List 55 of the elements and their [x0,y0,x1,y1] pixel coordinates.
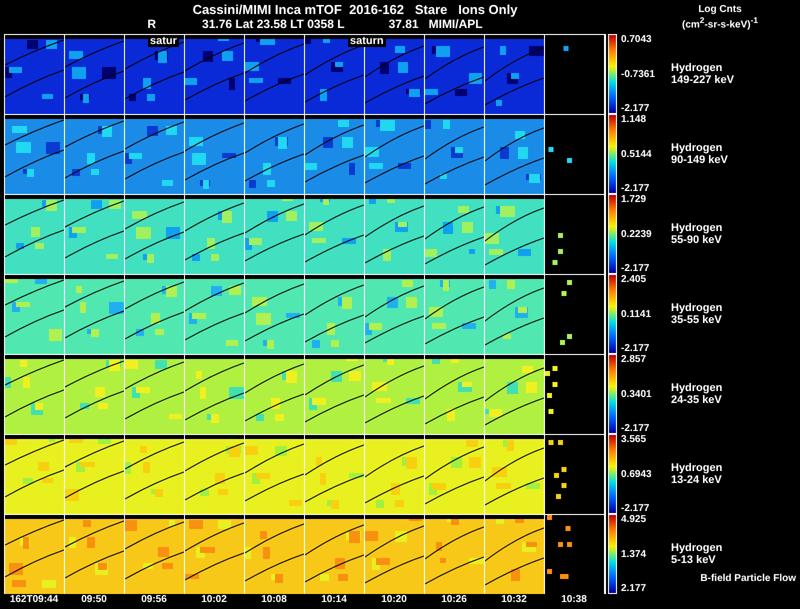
time-label: 10:14 [320,594,348,605]
legend-note: B-field Particle Flow [700,573,796,584]
scale-max: 2.405 [621,274,648,285]
scale-max: 0.7043 [621,34,653,45]
time-label: 10:26 [440,594,468,605]
time-label: 162T09:44 [8,594,60,605]
units-label: Log Cnts [698,4,742,15]
species-label: Hydrogen [671,222,724,234]
time-label: 10:32 [500,594,528,605]
scale-mid: 0.2239 [621,228,653,240]
species-label: Hydrogen [671,382,724,394]
scale-min: -2.177 [621,103,650,114]
energy-range: 35-55 keV [671,314,723,326]
energy-range: 149-227 keV [671,74,735,86]
energy-range: 55-90 keV [671,234,723,246]
planet-label: satur [148,35,179,47]
time-label: 10:38 [560,594,588,605]
species-label: Hydrogen [671,462,724,474]
scale-min: -2.177 [621,423,650,434]
time-label: 10:02 [200,594,228,605]
scale-mid: 0.6943 [621,468,653,480]
time-label: 09:56 [140,594,168,605]
species-label: Hydrogen [671,142,724,154]
scale-min: -2.177 [621,503,650,514]
energy-range: 13-24 keV [671,474,723,486]
species-label: Hydrogen [671,62,724,74]
scale-max: 1.729 [621,194,648,205]
scale-max: 2.857 [621,354,648,365]
scale-mid: 0.1141 [621,308,652,320]
scale-mid: -0.7361 [621,68,656,80]
scale-mid: 0.3401 [621,388,653,400]
energy-range: 90-149 keV [671,154,729,166]
plot-title: Cassini/MIMI Inca mTOF 2016-162 Stare Ions Only [192,2,518,17]
scale-max: 3.565 [621,434,648,445]
time-label: 10:08 [260,594,288,605]
scale-min: -2.177 [621,263,650,274]
scale-min: -2.177 [621,343,650,354]
orbit-info: MIMI/APL [428,17,483,31]
species-label: Hydrogen [671,542,724,554]
scale-min: -2.177 [621,183,650,194]
energy-range: 5-13 keV [671,554,717,566]
units-formula: (cm$^{2}$-sr-s-keV)$^{-1}$ [682,15,758,30]
species-label: Hydrogen [671,302,724,314]
planet-label: saturn [348,35,386,47]
scale-max: 1.148 [621,114,648,125]
time-label: 10:20 [380,594,408,605]
scale-mid: 1.374 [621,548,648,560]
energy-range: 24-35 keV [671,394,723,406]
orbit-info: 37.81 [388,17,419,31]
orbit-info: 31.76 Lat 23.58 LT 0358 L [202,17,345,31]
scale-max: 4.925 [621,514,648,525]
time-label: 09:50 [80,594,108,605]
scale-mid: 0.5144 [621,148,653,160]
scale-min: 2.177 [621,583,648,594]
orbit-info: R [147,17,156,31]
